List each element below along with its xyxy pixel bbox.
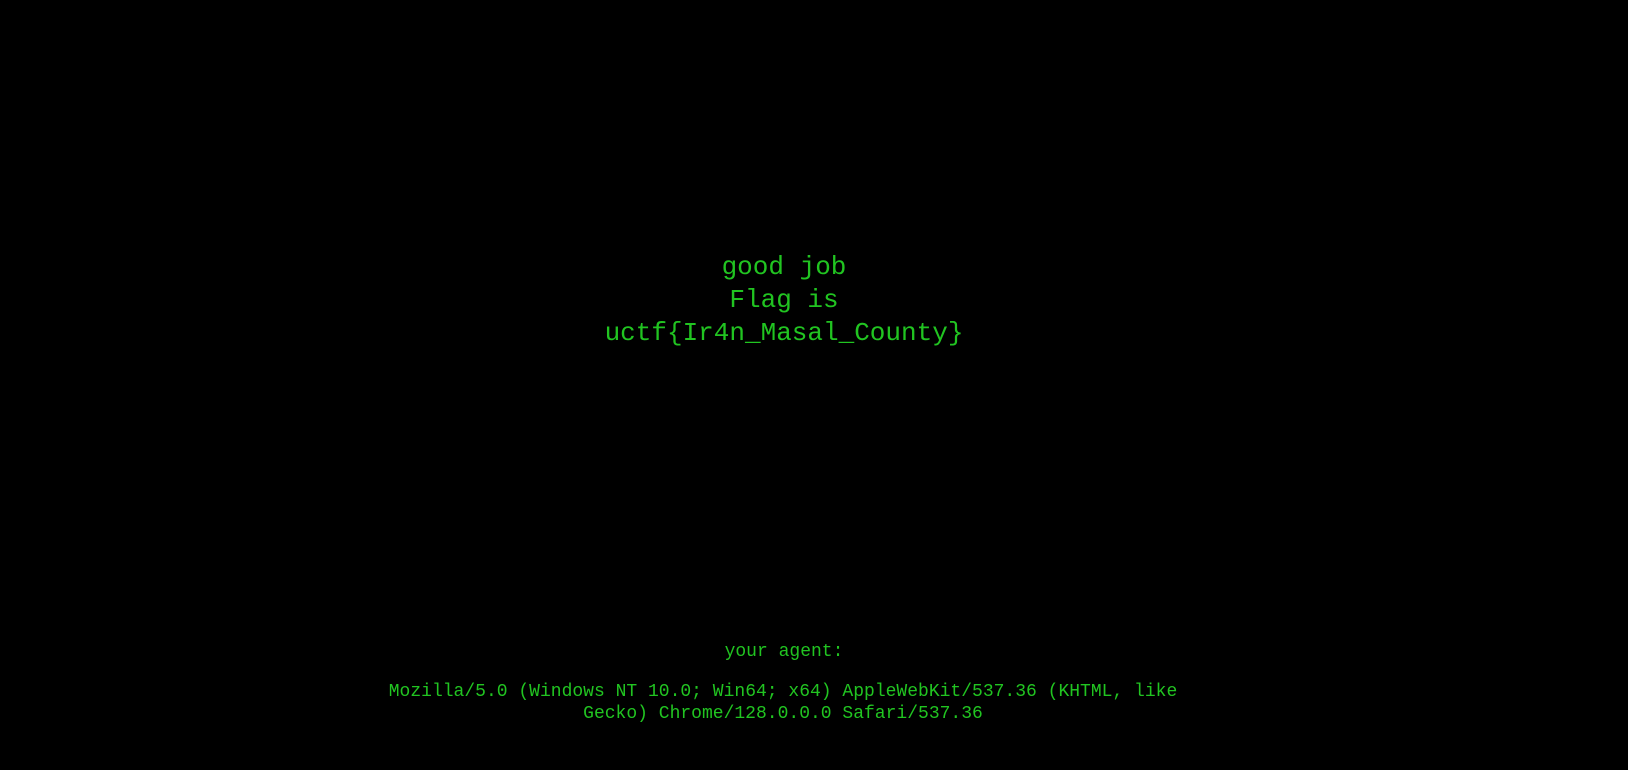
page: good job Flag is uctf{Ir4n_Masal_County}… <box>0 0 1628 770</box>
flag-is-text: Flag is <box>729 285 839 315</box>
good-job-text: good job <box>721 252 847 282</box>
agent-label: your agent: <box>724 642 844 662</box>
flag-value: uctf{Ir4n_Masal_County} <box>604 318 964 348</box>
success-message: good job Flag is uctf{Ir4n_Masal_County} <box>0 251 1568 350</box>
user-agent-string: Mozilla/5.0 (Windows NT 10.0; Win64; x64… <box>388 682 1178 724</box>
